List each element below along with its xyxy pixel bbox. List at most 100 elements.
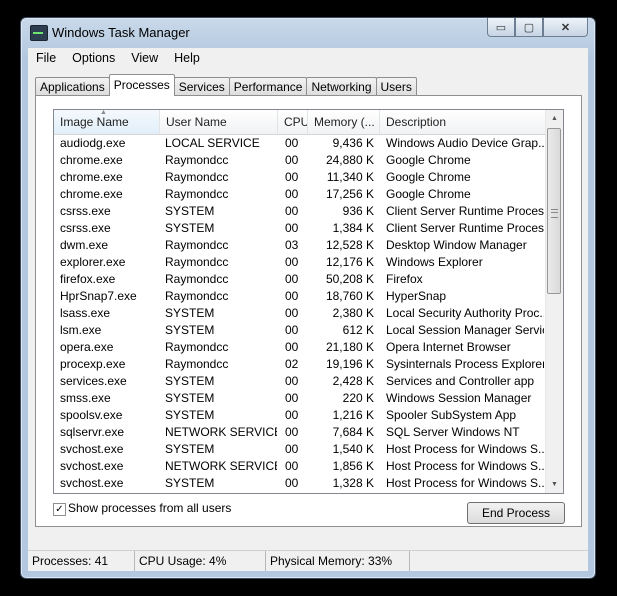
tab-applications[interactable]: Applications — [35, 77, 110, 96]
cell-user-name: Raymondcc — [165, 340, 229, 354]
cell-memory: 21,180 K — [325, 340, 374, 354]
column-memory[interactable]: Memory (... — [308, 110, 380, 134]
show-all-users-checkbox[interactable]: ✓ — [53, 503, 66, 516]
column-image-name-label: Image Name — [60, 115, 129, 129]
table-row[interactable]: explorer.exe Raymondcc 00 12,176 K Windows E… — [54, 254, 546, 271]
table-row[interactable]: csrss.exe SYSTEM 00 936 K Client Server Runt… — [54, 203, 546, 220]
cell-description: HyperSnap — [386, 289, 447, 303]
table-row[interactable]: opera.exe Raymondcc 00 21,180 K Opera Intern… — [54, 339, 546, 356]
cell-description: Services and Controller app — [386, 374, 535, 388]
table-row[interactable]: dwm.exe Raymondcc 03 12,528 K Desktop Window… — [54, 237, 546, 254]
cell-description: Windows Audio Device Grap... — [386, 136, 544, 150]
status-bar: Processes: 41 CPU Usage: 4% Physical Mem… — [28, 550, 588, 571]
status-cpu-usage: CPU Usage: 4% — [139, 551, 266, 571]
cell-image-name: sqlservr.exe — [60, 425, 125, 439]
cell-memory: 220 K — [342, 391, 374, 405]
cell-cpu: 00 — [285, 476, 299, 490]
table-row[interactable]: sqlservr.exe NETWORK SERVICE 00 7,684 K SQL … — [54, 424, 546, 441]
table-row[interactable]: services.exe SYSTEM 00 2,428 K Services and … — [54, 373, 546, 390]
cell-user-name: Raymondcc — [165, 357, 229, 371]
table-row[interactable]: firefox.exe Raymondcc 00 50,208 K Firefox — [54, 271, 546, 288]
cell-cpu: 00 — [285, 153, 299, 167]
cell-description: Spooler SubSystem App — [386, 408, 517, 422]
table-row[interactable]: HprSnap7.exe Raymondcc 00 18,760 K HyperSnap — [54, 288, 546, 305]
table-row[interactable]: svchost.exe SYSTEM 00 1,328 K Host Process f… — [54, 475, 546, 492]
table-row[interactable]: lsm.exe SYSTEM 00 612 K Local Session Manage… — [54, 322, 546, 339]
table-row[interactable]: chrome.exe Raymondcc 00 17,256 K Google Chro… — [54, 186, 546, 203]
table-row[interactable]: svchost.exe SYSTEM 00 1,540 K Host Process f… — [54, 441, 546, 458]
tab-services[interactable]: Services — [173, 77, 230, 96]
table-row[interactable]: lsass.exe SYSTEM 00 2,380 K Local Security A… — [54, 305, 546, 322]
cell-memory: 12,176 K — [325, 255, 374, 269]
table-row[interactable]: chrome.exe Raymondcc 00 11,340 K Google Chro… — [54, 169, 546, 186]
minimize-button[interactable]: ▭ — [487, 18, 515, 37]
cell-description: Windows Explorer — [386, 255, 483, 269]
cell-user-name: Raymondcc — [165, 153, 229, 167]
table-row[interactable]: smss.exe SYSTEM 00 220 K Windows Session Man… — [54, 390, 546, 407]
cell-image-name: smss.exe — [60, 391, 111, 405]
cell-image-name: audiodg.exe — [60, 136, 126, 150]
scroll-down-arrow-icon[interactable]: ▼ — [546, 476, 563, 493]
cell-memory: 24,880 K — [325, 153, 374, 167]
scroll-up-arrow-icon[interactable]: ▲ — [546, 110, 563, 127]
close-button[interactable]: ✕ — [543, 18, 588, 37]
cell-user-name: Raymondcc — [165, 187, 229, 201]
table-row[interactable]: spoolsv.exe SYSTEM 00 1,216 K Spooler SubSys… — [54, 407, 546, 424]
cell-user-name: SYSTEM — [165, 408, 215, 422]
table-row[interactable]: svchost.exe NETWORK SERVICE 00 1,856 K Host … — [54, 458, 546, 475]
cell-user-name: Raymondcc — [165, 255, 229, 269]
process-list[interactable]: ▲ Image Name User Name CPU Memory (... D… — [53, 109, 564, 494]
menu-file[interactable]: File — [28, 51, 64, 65]
menu-bar: File Options View Help — [28, 48, 588, 68]
cell-cpu: 00 — [285, 306, 299, 320]
column-user-name[interactable]: User Name — [160, 110, 278, 134]
column-image-name[interactable]: ▲ Image Name — [54, 110, 160, 134]
cell-description: Host Process for Windows S... — [386, 476, 544, 490]
cell-image-name: chrome.exe — [60, 170, 123, 184]
cell-cpu: 00 — [285, 425, 299, 439]
window-title: Windows Task Manager — [52, 25, 190, 40]
cell-user-name: SYSTEM — [165, 204, 215, 218]
cell-memory: 18,760 K — [325, 289, 374, 303]
column-header-row: ▲ Image Name User Name CPU Memory (... D… — [54, 110, 546, 135]
maximize-button[interactable]: ▢ — [515, 18, 543, 37]
cell-memory: 2,380 K — [332, 306, 374, 320]
cell-description: Local Session Manager Service — [386, 323, 544, 337]
cell-memory: 9,436 K — [332, 136, 374, 150]
menu-view[interactable]: View — [123, 51, 166, 65]
table-row[interactable]: csrss.exe SYSTEM 00 1,384 K Client Server Ru… — [54, 220, 546, 237]
cell-user-name: SYSTEM — [165, 221, 215, 235]
end-process-button[interactable]: End Process — [467, 502, 565, 524]
dialog-body: Applications Processes Services Performa… — [28, 68, 588, 571]
cell-description: Sysinternals Process Explorer — [386, 357, 544, 371]
cell-user-name: Raymondcc — [165, 289, 229, 303]
table-row[interactable]: audiodg.exe LOCAL SERVICE 00 9,436 K Windows… — [54, 135, 546, 152]
cell-description: Host Process for Windows S... — [386, 442, 544, 456]
cell-user-name: SYSTEM — [165, 391, 215, 405]
cell-description: Google Chrome — [386, 187, 471, 201]
tab-performance[interactable]: Performance — [228, 77, 308, 96]
cell-cpu: 00 — [285, 408, 299, 422]
table-row[interactable]: chrome.exe Raymondcc 00 24,880 K Google Chro… — [54, 152, 546, 169]
show-all-users-label[interactable]: Show processes from all users — [68, 501, 231, 515]
column-description[interactable]: Description — [380, 110, 546, 134]
table-row[interactable]: procexp.exe Raymondcc 02 19,196 K Sysinterna… — [54, 356, 546, 373]
tab-users[interactable]: Users — [375, 77, 417, 96]
menu-options[interactable]: Options — [64, 51, 123, 65]
cell-memory: 2,428 K — [332, 374, 374, 388]
cell-user-name: SYSTEM — [165, 323, 215, 337]
tab-networking[interactable]: Networking — [306, 77, 377, 96]
scroll-thumb[interactable] — [547, 128, 561, 294]
cell-memory: 12,528 K — [325, 238, 374, 252]
cell-description: Host Process for Windows S... — [386, 459, 544, 473]
cell-user-name: Raymondcc — [165, 170, 229, 184]
title-bar[interactable]: Windows Task Manager ▭ ▢ ✕ — [21, 18, 595, 48]
cell-image-name: opera.exe — [60, 340, 114, 354]
vertical-scrollbar[interactable]: ▲ ▼ — [545, 110, 563, 493]
cell-description: Windows Session Manager — [386, 391, 532, 405]
tab-processes[interactable]: Processes — [108, 74, 175, 96]
column-cpu[interactable]: CPU — [278, 110, 308, 134]
cell-memory: 612 K — [342, 323, 374, 337]
cell-memory: 1,540 K — [332, 442, 374, 456]
menu-help[interactable]: Help — [166, 51, 208, 65]
